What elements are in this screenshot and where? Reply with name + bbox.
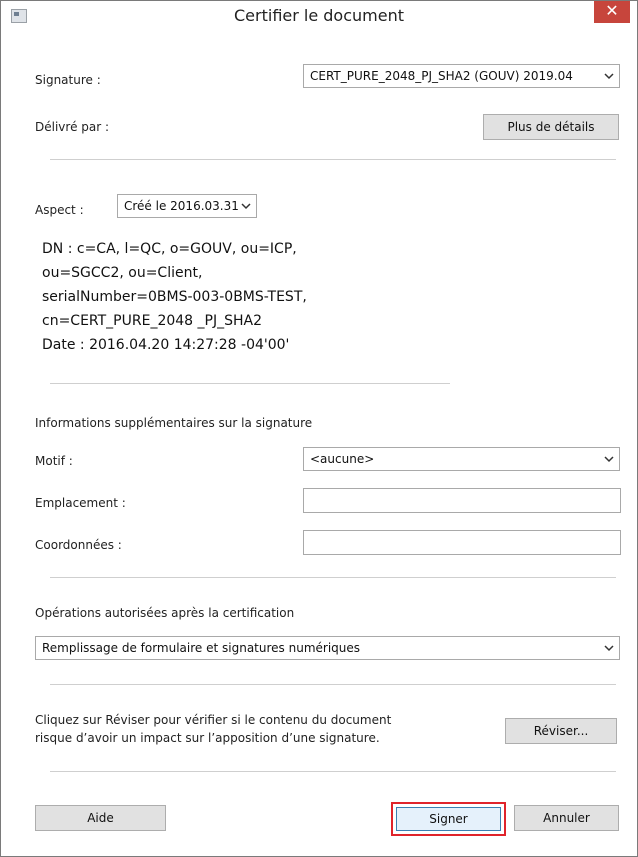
review-text-line-1: Cliquez sur Réviser pour vérifier si le … (35, 713, 392, 727)
dn-line: serialNumber=0BMS-003-0BMS-TEST, (42, 289, 307, 305)
chevron-down-icon (604, 645, 614, 652)
signature-select-value: CERT_PURE_2048_PJ_SHA2 (GOUV) 2019.04 (310, 69, 573, 83)
sign-button[interactable]: Signer (396, 807, 501, 831)
dn-line: DN : c=CA, l=QC, o=GOUV, ou=ICP, (42, 241, 297, 257)
dialog-title: Certifier le document (234, 6, 404, 25)
signature-select[interactable]: CERT_PURE_2048_PJ_SHA2 (GOUV) 2019.04 (303, 64, 620, 88)
dn-line: cn=CERT_PURE_2048 _PJ_SHA2 (42, 313, 262, 329)
chevron-down-icon (604, 456, 614, 463)
divider (50, 383, 450, 384)
divider (50, 159, 616, 160)
aspect-label: Aspect : (35, 203, 84, 217)
help-button[interactable]: Aide (35, 805, 166, 831)
permissions-select[interactable]: Remplissage de formulaire et signatures … (35, 636, 620, 660)
chevron-down-icon (241, 203, 251, 210)
additional-info-heading: Informations supplémentaires sur la sign… (35, 416, 313, 430)
motif-label: Motif : (35, 454, 73, 468)
chevron-down-icon (604, 73, 614, 80)
review-text-line-2: risque d’avoir un impact sur l’appositio… (35, 731, 380, 745)
contact-input[interactable] (303, 530, 621, 555)
location-label: Emplacement : (35, 496, 126, 510)
divider (50, 577, 616, 578)
dn-line: Date : 2016.04.20 14:27:28 -04'00' (42, 337, 290, 353)
aspect-select-value: Créé le 2016.03.31 (124, 199, 239, 213)
divider (50, 684, 616, 685)
close-button[interactable]: ✕ (594, 1, 630, 23)
title-bar: Certifier le document ✕ (1, 1, 637, 31)
certify-dialog: Certifier le document ✕ Signature : CERT… (0, 0, 638, 857)
review-button[interactable]: Réviser... (505, 718, 617, 744)
signature-appearance-preview: DN : c=CA, l=QC, o=GOUV, ou=ICP, ou=SGCC… (34, 238, 449, 367)
issuer-label: Délivré par : (35, 120, 110, 134)
location-input[interactable] (303, 488, 621, 513)
permissions-heading: Opérations autorisées après la certifica… (35, 606, 295, 620)
more-details-button[interactable]: Plus de détails (483, 114, 619, 140)
divider (50, 771, 616, 772)
aspect-select[interactable]: Créé le 2016.03.31 (117, 194, 257, 218)
signature-label: Signature : (35, 73, 101, 87)
motif-select-value: <aucune> (310, 452, 375, 466)
permissions-select-value: Remplissage de formulaire et signatures … (42, 641, 361, 655)
dn-line: ou=SGCC2, ou=Client, (42, 265, 203, 281)
sign-button-highlight: Signer (391, 802, 506, 836)
dialog-body: Signature : CERT_PURE_2048_PJ_SHA2 (GOUV… (9, 33, 629, 848)
cancel-button[interactable]: Annuler (514, 805, 619, 831)
contact-label: Coordonnées : (35, 538, 122, 552)
motif-select[interactable]: <aucune> (303, 447, 620, 471)
